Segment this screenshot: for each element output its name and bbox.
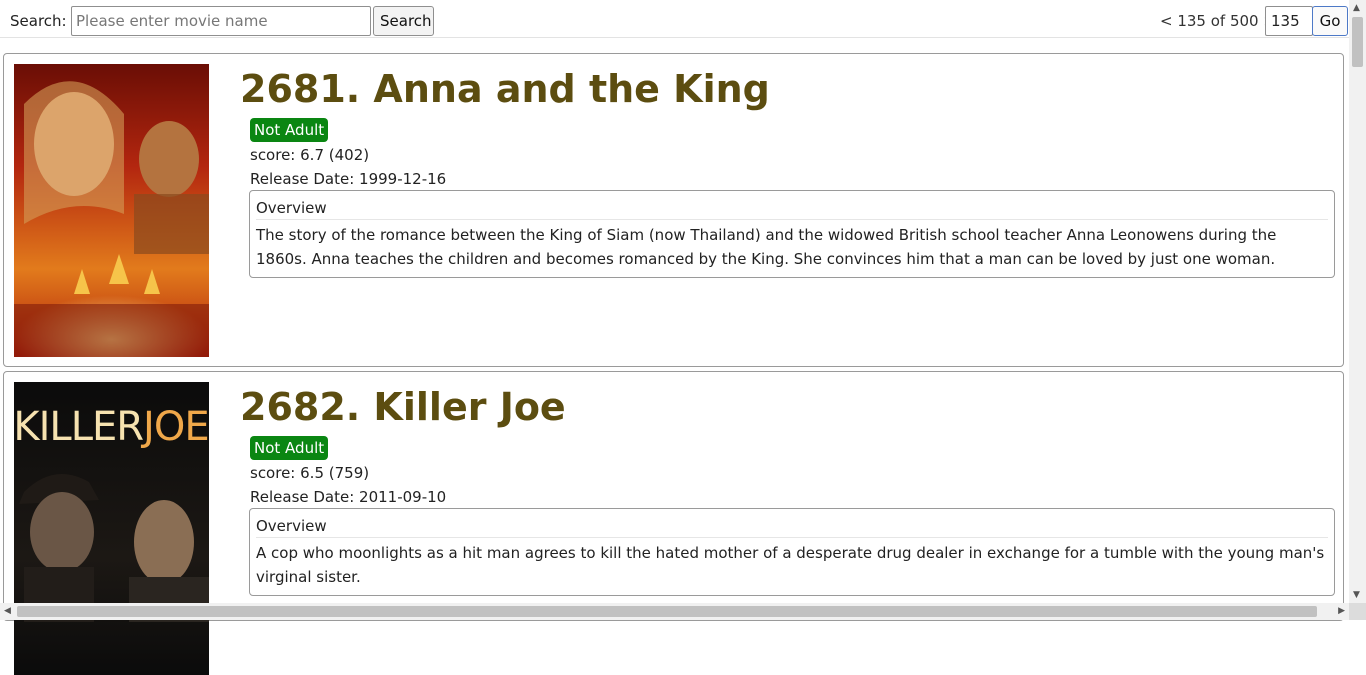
scroll-up-icon[interactable]: ▲ [1353,3,1360,13]
movie-poster: KILLERJOE [14,382,209,675]
search-label: Search: [10,12,67,30]
movie-score: score: 6.7 (402) [250,146,370,164]
search-button[interactable]: Search [373,6,434,36]
overview-text: A cop who moonlights as a hit man agrees… [256,544,1325,586]
scroll-right-icon[interactable]: ▶ [1338,606,1345,616]
movie-poster [14,64,209,357]
release-date: Release Date: 1999-12-16 [250,170,447,188]
search-input[interactable] [71,6,371,36]
top-toolbar: Search: Search < 135 of 500 > Go [0,0,1349,38]
adult-status-badge: Not Adult [250,436,329,460]
adult-status-badge: Not Adult [250,118,329,142]
overview-heading: Overview [256,199,1328,220]
movie-card: 2681. Anna and the King Not Adult score:… [3,53,1344,367]
scroll-left-icon[interactable]: ◀ [4,606,11,616]
movie-title: 2682. Killer Joe [240,385,566,429]
scrollbar-corner [1349,603,1366,620]
go-button[interactable]: Go [1312,6,1348,36]
overview-heading: Overview [256,517,1328,538]
movie-card: KILLERJOE 2682. Killer Joe Not Adult sco… [3,371,1344,675]
overview-box: Overview A cop who moonlights as a hit m… [249,508,1335,596]
overview-text: The story of the romance between the Kin… [256,226,1277,268]
page-number-input[interactable] [1265,6,1313,36]
overview-box: Overview The story of the romance betwee… [249,190,1335,278]
vertical-scroll-thumb[interactable] [1352,17,1363,67]
movie-score: score: 6.5 (759) [250,464,370,482]
movie-title: 2681. Anna and the King [240,67,770,111]
pager-indicator: < 135 of 500 > [1160,12,1276,30]
horizontal-scrollbar[interactable]: ◀ ▶ [0,603,1349,620]
vertical-scrollbar[interactable]: ▲ ▼ [1349,0,1366,603]
release-date: Release Date: 2011-09-10 [250,488,447,506]
svg-text:KILLERJOE: KILLERJOE [14,404,209,450]
scroll-down-icon[interactable]: ▼ [1353,590,1360,600]
horizontal-scroll-thumb[interactable] [17,606,1317,617]
